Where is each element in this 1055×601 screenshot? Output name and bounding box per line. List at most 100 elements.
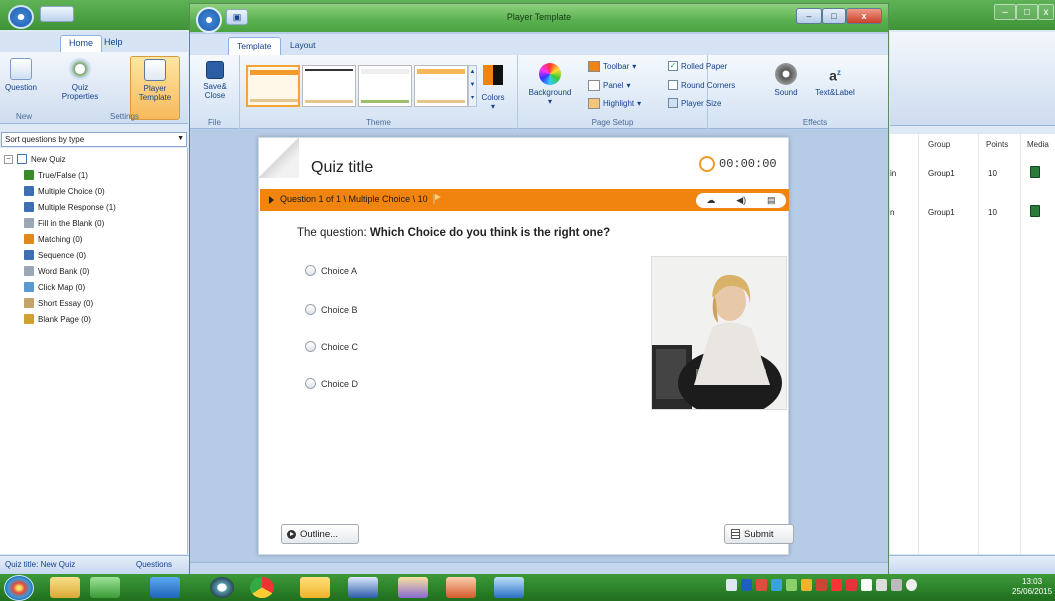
question-type-icon <box>24 218 34 228</box>
file-explorer-icon[interactable] <box>50 577 80 598</box>
quick-access-toolbar[interactable] <box>40 6 74 22</box>
tray-icon[interactable] <box>741 579 752 591</box>
app-orb-icon[interactable] <box>8 5 34 29</box>
close-button[interactable]: x <box>846 8 882 24</box>
theme-thumbnail[interactable] <box>358 65 412 107</box>
grid-cell-trunc: in <box>890 169 897 178</box>
tree-root[interactable]: − New Quiz <box>4 152 66 166</box>
question-type-icon <box>24 298 34 308</box>
tray-icon[interactable] <box>831 579 842 591</box>
volume-icon[interactable] <box>906 579 917 591</box>
grid-header-group[interactable]: Group <box>928 140 950 149</box>
minimize-button[interactable]: – <box>994 4 1016 20</box>
rolled-paper-checkbox[interactable]: ✓ Rolled Paper <box>668 61 727 71</box>
grid-cell-group: Group1 <box>928 208 955 217</box>
tree-item[interactable]: Matching (0) <box>24 232 82 246</box>
grid-header-media[interactable]: Media <box>1027 140 1049 149</box>
folder-icon[interactable] <box>300 577 330 598</box>
save-close-button[interactable]: Save& Close <box>198 61 232 100</box>
group-effects-label: Effects <box>802 118 828 127</box>
text-label-button[interactable]: az Text&Label <box>810 63 860 97</box>
quiz-app-icon[interactable] <box>494 577 524 598</box>
tree-item[interactable]: True/False (1) <box>24 168 88 182</box>
choice-a[interactable]: Choice A <box>305 265 357 276</box>
sort-dropdown[interactable]: Sort questions by type ▼ <box>1 132 187 147</box>
rolled-paper-corner <box>259 138 299 178</box>
chrome-icon[interactable] <box>250 577 274 598</box>
grid-cell-points: 10 <box>988 208 997 217</box>
tab-help[interactable]: Help <box>96 35 131 52</box>
monitor-icon <box>668 98 678 108</box>
maximize-button[interactable]: □ <box>1016 4 1038 20</box>
tree-item[interactable]: Multiple Choice (0) <box>24 184 105 198</box>
question-button[interactable]: Question <box>4 58 38 92</box>
businesswoman-photo <box>652 257 786 409</box>
panel-color-picker[interactable]: Panel ▾ <box>588 80 630 91</box>
tree-item[interactable]: Click Map (0) <box>24 280 85 294</box>
theme-thumbnail[interactable] <box>414 65 468 107</box>
sound-button[interactable]: Sound <box>766 63 806 97</box>
tray-icon[interactable] <box>771 579 782 591</box>
tree-item[interactable]: Multiple Response (1) <box>24 200 116 214</box>
theme-thumbnail[interactable] <box>302 65 356 107</box>
background-button[interactable]: Background ▾ <box>524 63 576 106</box>
save-close-label: Save& Close <box>203 82 227 100</box>
clock[interactable]: 13:03 25/06/2015 <box>1012 577 1052 597</box>
choice-c[interactable]: Choice C <box>305 341 358 352</box>
flag-icon[interactable] <box>861 579 872 591</box>
start-button[interactable] <box>4 575 34 601</box>
media-player-icon[interactable] <box>90 577 120 598</box>
tree-item[interactable]: Word Bank (0) <box>24 264 89 278</box>
colors-button[interactable]: Colors ▾ <box>476 93 510 111</box>
tab-layout[interactable]: Layout <box>282 37 324 55</box>
quiz-properties-button[interactable]: Quiz Properties <box>60 58 100 101</box>
app-icon[interactable] <box>398 577 428 598</box>
tab-template[interactable]: Template <box>228 37 281 55</box>
question-type-icon <box>24 202 34 212</box>
outline-button[interactable]: Outline... <box>281 524 359 544</box>
tray-icon[interactable] <box>786 579 797 591</box>
tray-icon[interactable] <box>801 579 812 591</box>
player-size-button[interactable]: Player Size <box>668 98 721 108</box>
dvd-icon[interactable] <box>210 577 234 598</box>
tray-icon[interactable] <box>726 579 737 591</box>
question-type-icon <box>24 250 34 260</box>
radio-icon[interactable] <box>305 341 316 352</box>
dropbox-icon[interactable] <box>150 577 180 598</box>
round-corners-checkbox[interactable]: Round Corners <box>668 80 735 90</box>
radio-icon[interactable] <box>305 304 316 315</box>
toolbar-color-picker[interactable]: Toolbar ▾ <box>588 61 636 72</box>
flag-icon[interactable] <box>432 194 443 204</box>
media-icon[interactable] <box>1030 166 1040 178</box>
radio-icon[interactable] <box>305 265 316 276</box>
submit-button[interactable]: Submit <box>724 524 794 544</box>
window-title: Player Template <box>506 12 572 22</box>
audio-icon[interactable]: ◀) <box>736 195 746 206</box>
tree-item[interactable]: Blank Page (0) <box>24 312 91 326</box>
collapse-icon[interactable]: − <box>4 154 13 164</box>
network-icon[interactable] <box>876 579 887 591</box>
choice-d[interactable]: Choice D <box>305 378 358 389</box>
powerpoint-icon[interactable] <box>446 577 476 598</box>
theme-thumbnail[interactable] <box>246 65 300 107</box>
close-button[interactable]: x <box>1038 4 1054 20</box>
hint-icon[interactable]: ☁ <box>706 195 715 206</box>
grid-header-points[interactable]: Points <box>986 140 1008 149</box>
tree-item[interactable]: Fill in the Blank (0) <box>24 216 104 230</box>
tray-icon[interactable] <box>756 579 767 591</box>
media-icon[interactable] <box>1030 205 1040 217</box>
word-icon[interactable] <box>348 577 378 598</box>
highlight-color-picker[interactable]: Highlight ▾ <box>588 98 641 109</box>
tree-item[interactable]: Short Essay (0) <box>24 296 93 310</box>
background-ribbon-tabs: Home Help <box>0 32 188 52</box>
print-icon[interactable]: ▤ <box>767 195 776 206</box>
choice-b[interactable]: Choice B <box>305 304 358 315</box>
tree-item[interactable]: Sequence (0) <box>24 248 86 262</box>
player-template-button[interactable]: Player Template <box>130 56 180 120</box>
tray-icon[interactable] <box>816 579 827 591</box>
maximize-button[interactable]: □ <box>822 8 846 24</box>
radio-icon[interactable] <box>305 378 316 389</box>
monitor-icon[interactable] <box>891 579 902 591</box>
minimize-button[interactable]: – <box>796 8 822 24</box>
tray-icon[interactable] <box>846 579 857 591</box>
